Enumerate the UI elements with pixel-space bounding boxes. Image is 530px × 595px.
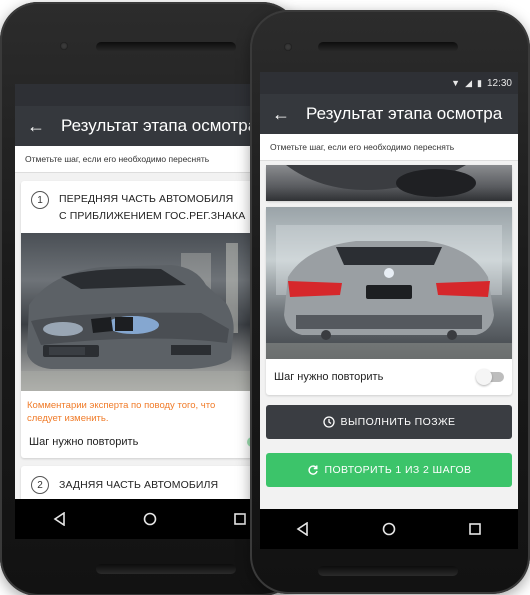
bottom-speaker	[318, 566, 458, 576]
repeat-step-label: Шаг нужно повторить	[274, 371, 384, 383]
repeat-step-row: Шаг нужно повторить	[21, 428, 279, 458]
front-camera	[60, 42, 68, 50]
arrow-left-icon[interactable]: ←	[27, 117, 45, 135]
back-triangle-icon[interactable]	[296, 522, 310, 536]
screen-left: ▼ ◢ ▮ ← Результат этапа осмотра Отметьте…	[15, 84, 285, 539]
clock-icon	[322, 416, 335, 428]
speaker-grille	[96, 42, 236, 52]
home-circle-icon[interactable]	[143, 512, 157, 526]
expert-comment: Комментарии эксперта по поводу того, что…	[27, 399, 216, 425]
partial-photo	[266, 165, 512, 201]
status-bar: ▼ ◢ ▮ 12:30	[260, 72, 518, 94]
repeat-steps-button[interactable]: ПОВТОРИТЬ 1 ИЗ 2 ШАГОВ	[266, 453, 512, 487]
refresh-icon	[307, 465, 318, 475]
do-later-button[interactable]: ВЫПОЛНИТЬ ПОЗЖЕ	[266, 405, 512, 439]
back-triangle-icon[interactable]	[53, 512, 67, 526]
speaker-grille	[318, 42, 458, 52]
step-number: 1	[31, 191, 49, 209]
bottom-speaker	[96, 564, 236, 574]
app-bar: ← Результат этапа осмотра	[15, 106, 285, 146]
page-title: Результат этапа осмотра	[61, 116, 258, 135]
do-later-label: ВЫПОЛНИТЬ ПОЗЖЕ	[340, 416, 456, 428]
hint-text: Отметьте шаг, если его необходимо пересн…	[260, 134, 518, 161]
repeat-steps-label: ПОВТОРИТЬ 1 ИЗ 2 ШАГОВ	[324, 464, 472, 476]
phone-right: ▼ ◢ ▮ 12:30 ← Результат этапа осмотра От…	[250, 10, 530, 594]
repeat-step-toggle[interactable]	[476, 369, 504, 385]
step-number: 2	[31, 476, 49, 495]
front-camera	[284, 43, 292, 51]
android-navbar	[15, 499, 285, 539]
step-card-1: 1 ПЕРЕДНЯЯ ЧАСТЬ АВТОМОБИЛЯ С ПРИБЛИЖЕНИ…	[21, 181, 279, 459]
signal-icon: ◢	[465, 77, 473, 88]
recents-square-icon[interactable]	[233, 512, 247, 526]
hint-text: Отметьте шаг, если его необходимо пересн…	[15, 146, 285, 173]
battery-icon: ▮	[477, 77, 482, 88]
screen-right: ▼ ◢ ▮ 12:30 ← Результат этапа осмотра От…	[260, 72, 518, 549]
repeat-step-row: Шаг нужно повторить	[266, 359, 512, 395]
page-title: Результат этапа осмотра	[306, 104, 503, 123]
status-bar: ▼ ◢ ▮	[15, 84, 285, 106]
home-circle-icon[interactable]	[382, 522, 396, 536]
step-title: ЗАДНЯЯ ЧАСТЬ АВТОМОБИЛЯ	[59, 479, 219, 492]
recents-square-icon[interactable]	[468, 522, 482, 536]
status-time: 12:30	[486, 77, 512, 89]
wifi-icon: ▼	[451, 78, 461, 88]
front-car-photo[interactable]	[21, 232, 279, 391]
rear-car-photo[interactable]	[266, 207, 512, 359]
step-card-rear: Шаг нужно повторить	[266, 207, 512, 395]
step-title: ПЕРЕДНЯЯ ЧАСТЬ АВТОМОБИЛЯ С ПРИБЛИЖЕНИЕМ…	[59, 193, 246, 222]
arrow-left-icon[interactable]: ←	[272, 105, 290, 123]
android-navbar	[260, 509, 518, 549]
app-bar: ← Результат этапа осмотра	[260, 94, 518, 134]
step-card-2	[266, 165, 512, 201]
repeat-step-label: Шаг нужно повторить	[29, 436, 139, 449]
